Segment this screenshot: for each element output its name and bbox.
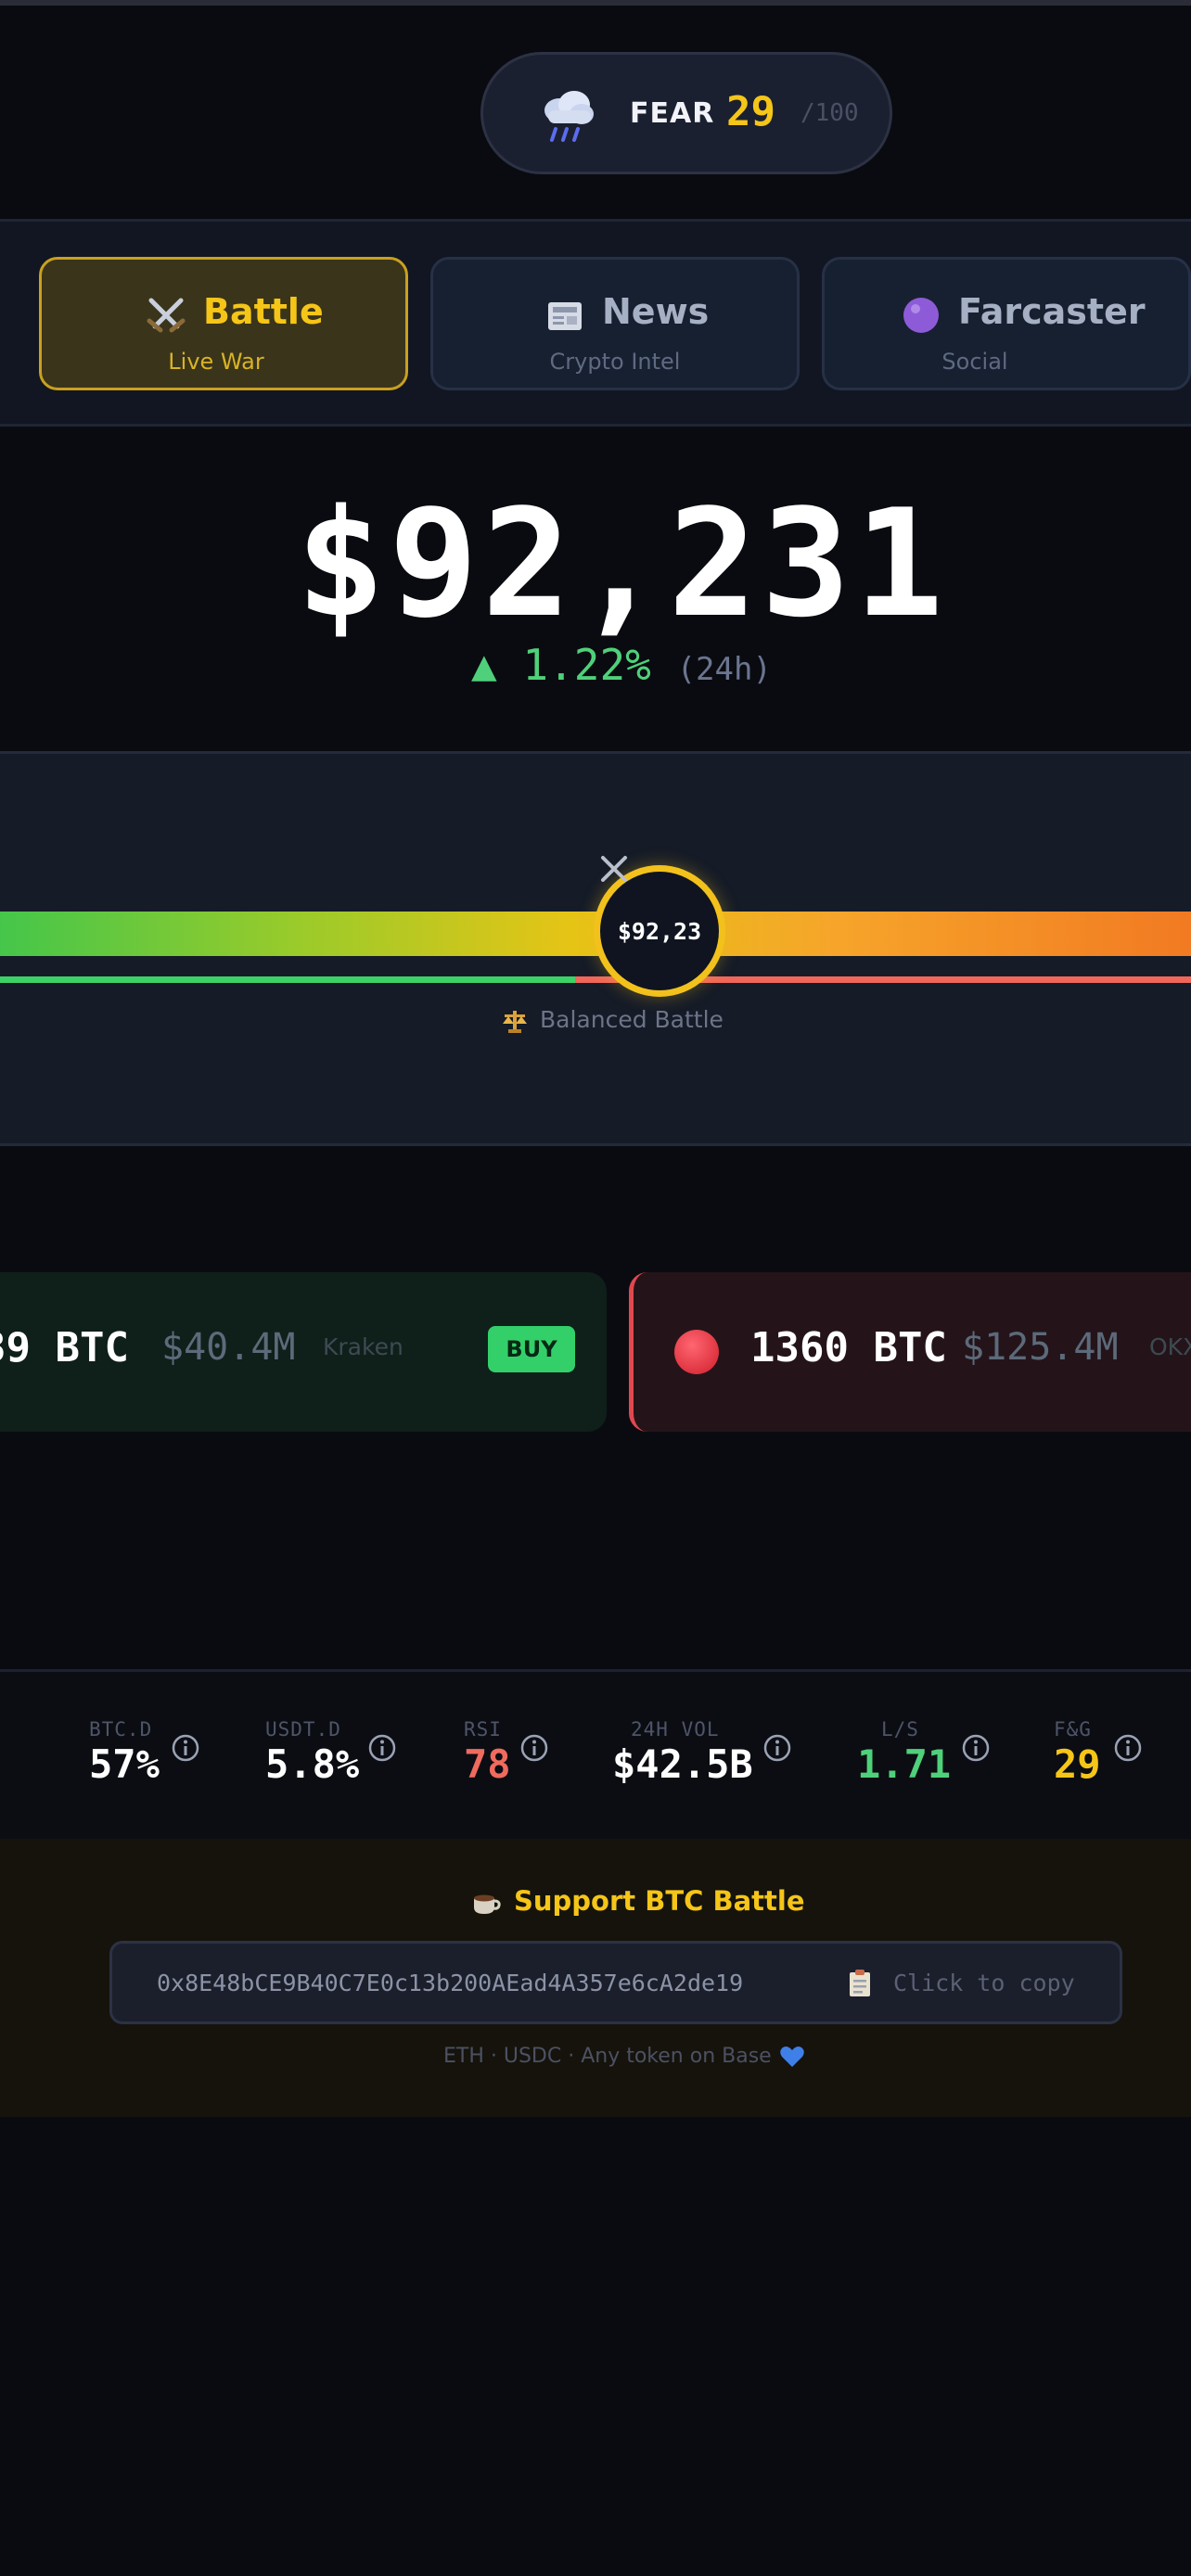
stat-long-short: L/S 1.71 (857, 1718, 952, 1787)
clipboard-icon (850, 1970, 870, 1996)
buy-badge: BUY (488, 1326, 575, 1372)
stat-rsi: RSI 78 (464, 1718, 511, 1787)
support-title: Support BTC Battle (471, 1885, 805, 1917)
info-icon[interactable] (1113, 1733, 1143, 1763)
price-marker-value: $92,23 (617, 917, 702, 945)
copy-label: Click to copy (893, 1970, 1075, 1996)
wallet-address: 0x8E48bCE9B40C7E0c13b200AEad4A357e6cA2de… (157, 1970, 744, 1996)
tab-battle-subtitle: Live War (168, 349, 264, 375)
top-divider (0, 0, 1191, 6)
whale-sell-card[interactable]: 1360 BTC $125.4M OKX (629, 1272, 1191, 1432)
bull-line (0, 976, 575, 983)
stat-fear-greed: F&G 29 (1054, 1718, 1101, 1787)
fear-greed-pill[interactable]: FEAR 29 /100 (480, 52, 892, 174)
support-note: ETH · USDC · Any token on Base (443, 2045, 805, 2069)
whale-buy-exchange: Kraken (323, 1333, 403, 1360)
crossed-swords-icon (147, 298, 186, 333)
balance-scale-icon (503, 1011, 527, 1033)
rain-cloud-icon (544, 91, 594, 142)
tab-news-title: News (602, 291, 710, 332)
battle-status-text: Balanced Battle (540, 1006, 724, 1033)
price-change-window: (24h) (676, 651, 772, 688)
stat-usdt-dominance: USDT.D 5.8% (265, 1718, 360, 1787)
blue-heart-icon (779, 2047, 804, 2067)
whale-buy-amount: 39 BTC (0, 1324, 129, 1371)
info-icon[interactable] (961, 1733, 991, 1763)
tab-news-subtitle: Crypto Intel (549, 349, 681, 375)
whale-sell-exchange: OKX (1149, 1333, 1191, 1360)
fear-max: /100 (800, 99, 859, 127)
whale-sell-usd: $125.4M (962, 1326, 1119, 1369)
info-icon[interactable] (519, 1733, 549, 1763)
stat-btc-dominance: BTC.D 57% (89, 1718, 160, 1787)
price-change-percent: ▲ 1.22% (471, 640, 651, 690)
wallet-copy-button[interactable]: 0x8E48bCE9B40C7E0c13b200AEad4A357e6cA2de… (109, 1941, 1122, 2024)
whale-sell-amount: 1360 BTC (750, 1324, 947, 1371)
fear-label: FEAR (630, 97, 715, 130)
whale-buy-usd: $40.4M (161, 1326, 296, 1369)
market-stats: BTC.D 57% USDT.D 5.8% RSI 78 24H VOL $42… (0, 1669, 1191, 1842)
crossed-swords-icon (601, 856, 627, 882)
btc-price: $92,231 (295, 477, 948, 650)
support-title-text: Support BTC Battle (514, 1885, 805, 1917)
info-icon[interactable] (367, 1733, 397, 1763)
newspaper-icon (548, 302, 582, 330)
tab-farcaster-title: Farcaster (958, 291, 1146, 332)
info-icon[interactable] (171, 1733, 200, 1763)
purple-circle-icon (903, 298, 939, 333)
support-panel: Support BTC Battle 0x8E48bCE9B40C7E0c13b… (0, 1839, 1191, 2117)
tab-news[interactable]: News Crypto Intel (430, 257, 800, 390)
tab-farcaster[interactable]: Farcaster Social (822, 257, 1191, 390)
battle-status: Balanced Battle (501, 1006, 724, 1035)
tab-battle-title: Battle (203, 291, 324, 332)
tab-battle[interactable]: Battle Live War (39, 257, 408, 390)
stat-24h-volume: 24H VOL $42.5B (612, 1718, 753, 1787)
fear-value: 29 (726, 88, 775, 135)
coffee-icon (474, 1894, 501, 1914)
info-icon[interactable] (762, 1733, 792, 1763)
support-note-text: ETH · USDC · Any token on Base (443, 2045, 772, 2068)
battle-panel: $92,23 Balanced Battle (0, 751, 1191, 1146)
tab-bar: Battle Live War News Crypto Intel Farcas… (0, 219, 1191, 427)
price-change: ▲ 1.22% (24h) (471, 640, 772, 690)
red-dot-icon (674, 1330, 719, 1374)
tab-farcaster-subtitle: Social (941, 349, 1008, 375)
whale-buy-card[interactable]: 39 BTC $40.4M Kraken BUY (0, 1272, 607, 1432)
